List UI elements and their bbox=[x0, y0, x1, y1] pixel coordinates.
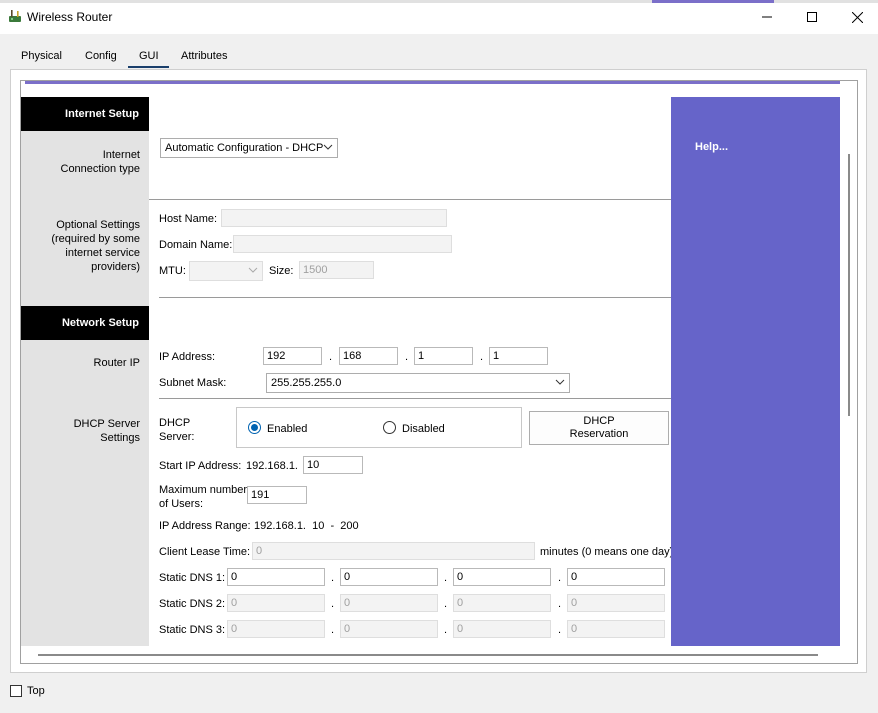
dns2-octet-2-input[interactable]: 0 bbox=[340, 594, 438, 612]
dns2-octet-4-input[interactable]: 0 bbox=[567, 594, 665, 612]
dhcp-server-radio-group: Enabled Disabled bbox=[236, 407, 522, 448]
dns1-octet-4-input[interactable]: 0 bbox=[567, 568, 665, 586]
chevron-down-icon bbox=[555, 379, 565, 385]
dhcp-enabled-label[interactable]: Enabled bbox=[267, 423, 307, 435]
host-name-label: Host Name: bbox=[159, 213, 218, 225]
divider bbox=[149, 199, 671, 200]
network-setup-header: Network Setup bbox=[21, 306, 149, 340]
subnet-mask-select[interactable]: 255.255.255.0 bbox=[266, 373, 570, 393]
ip-octet-3-input[interactable]: 1 bbox=[414, 347, 473, 365]
vertical-scrollbar-thumb[interactable] bbox=[848, 154, 850, 416]
dhcp-server-label: DHCP Server: bbox=[159, 417, 195, 443]
tab-attributes[interactable]: Attributes bbox=[181, 50, 227, 62]
ip-address-label: IP Address: bbox=[159, 351, 216, 363]
client-lease-label: Client Lease Time: bbox=[159, 546, 251, 558]
static-dns-2-label: Static DNS 2: bbox=[159, 598, 226, 610]
dhcp-disabled-radio[interactable] bbox=[383, 421, 396, 434]
horizontal-scrollbar-thumb[interactable] bbox=[38, 654, 818, 656]
internet-setup-header: Internet Setup bbox=[21, 97, 149, 131]
dns1-octet-2-input[interactable]: 0 bbox=[340, 568, 438, 586]
dns3-octet-3-input[interactable]: 0 bbox=[453, 620, 551, 638]
maximize-icon bbox=[807, 12, 817, 22]
left-label-column: Internet Setup Internet Connection type … bbox=[21, 97, 149, 646]
dns2-octet-1-input[interactable]: 0 bbox=[227, 594, 325, 612]
window: Wireless Router Physical Config GUI Attr… bbox=[0, 0, 878, 713]
ip-octet-1-input[interactable]: 192 bbox=[263, 347, 322, 365]
static-dns-3-label: Static DNS 3: bbox=[159, 624, 226, 636]
router-gui-frame: Internet Setup Internet Connection type … bbox=[20, 80, 858, 664]
divider bbox=[159, 297, 671, 298]
client-lease-hint: minutes (0 means one day) bbox=[540, 546, 674, 558]
dns3-octet-1-input[interactable]: 0 bbox=[227, 620, 325, 638]
title-bar: Wireless Router bbox=[0, 0, 878, 34]
dns2-octet-3-input[interactable]: 0 bbox=[453, 594, 551, 612]
ip-octet-2-input[interactable]: 168 bbox=[339, 347, 398, 365]
dhcp-reservation-button[interactable]: DHCP Reservation bbox=[529, 411, 669, 445]
static-dns-1-label: Static DNS 1: bbox=[159, 572, 226, 584]
dhcp-disabled-label[interactable]: Disabled bbox=[402, 423, 445, 435]
close-icon bbox=[851, 11, 863, 23]
vertical-scrollbar[interactable] bbox=[840, 97, 857, 646]
optional-settings-label: Optional Settings (required by some inte… bbox=[51, 219, 140, 273]
router-icon bbox=[9, 10, 21, 22]
help-link[interactable]: Help... bbox=[695, 141, 728, 153]
mtu-select[interactable] bbox=[189, 261, 263, 281]
subnet-mask-label: Subnet Mask: bbox=[159, 377, 227, 389]
chevron-down-icon bbox=[248, 267, 258, 273]
dhcp-enabled-radio[interactable] bbox=[248, 421, 261, 434]
window-title: Wireless Router bbox=[27, 10, 113, 24]
close-button[interactable] bbox=[834, 4, 878, 30]
tab-physical[interactable]: Physical bbox=[21, 50, 62, 62]
start-ip-label: Start IP Address: bbox=[159, 460, 242, 472]
ip-range-label: IP Address Range: bbox=[159, 520, 251, 532]
tab-gui[interactable]: GUI bbox=[139, 50, 159, 62]
chevron-down-icon bbox=[323, 144, 333, 150]
ip-range-value: 192.168.1. 10 - 200 bbox=[254, 520, 359, 532]
dns1-octet-3-input[interactable]: 0 bbox=[453, 568, 551, 586]
top-checkbox-label[interactable]: Top bbox=[27, 685, 45, 697]
minimize-icon bbox=[762, 16, 772, 18]
connection-type-select[interactable]: Automatic Configuration - DHCP bbox=[160, 138, 338, 158]
start-ip-prefix: 192.168.1. bbox=[246, 460, 298, 472]
domain-name-input[interactable] bbox=[233, 235, 452, 253]
minimize-button[interactable] bbox=[744, 4, 790, 30]
max-users-label: Maximum number of Users: bbox=[159, 484, 248, 510]
dns1-octet-1-input[interactable]: 0 bbox=[227, 568, 325, 586]
maximize-button[interactable] bbox=[789, 4, 835, 30]
tab-config[interactable]: Config bbox=[85, 50, 117, 62]
router-ip-label: Router IP bbox=[93, 357, 140, 369]
page-top-strip bbox=[25, 81, 840, 84]
dns3-octet-4-input[interactable]: 0 bbox=[567, 620, 665, 638]
mtu-label: MTU: bbox=[159, 265, 186, 277]
help-panel: Help... bbox=[671, 97, 840, 646]
client-lease-input[interactable]: 0 bbox=[252, 542, 535, 560]
dhcp-server-settings-label: DHCP Server Settings bbox=[73, 418, 140, 444]
mtu-size-input[interactable]: 1500 bbox=[299, 261, 374, 279]
domain-name-label: Domain Name: bbox=[159, 239, 233, 251]
start-ip-input[interactable]: 10 bbox=[303, 456, 363, 474]
host-name-input[interactable] bbox=[221, 209, 447, 227]
connection-type-label: Internet Connection type bbox=[60, 149, 141, 175]
active-tab-indicator bbox=[128, 66, 169, 68]
max-users-input[interactable]: 191 bbox=[247, 486, 307, 504]
taskbar-accent bbox=[0, 0, 878, 3]
divider bbox=[159, 398, 671, 399]
size-label: Size: bbox=[269, 265, 294, 277]
ip-octet-4-input[interactable]: 1 bbox=[489, 347, 548, 365]
top-checkbox[interactable] bbox=[10, 685, 22, 697]
dns3-octet-2-input[interactable]: 0 bbox=[340, 620, 438, 638]
